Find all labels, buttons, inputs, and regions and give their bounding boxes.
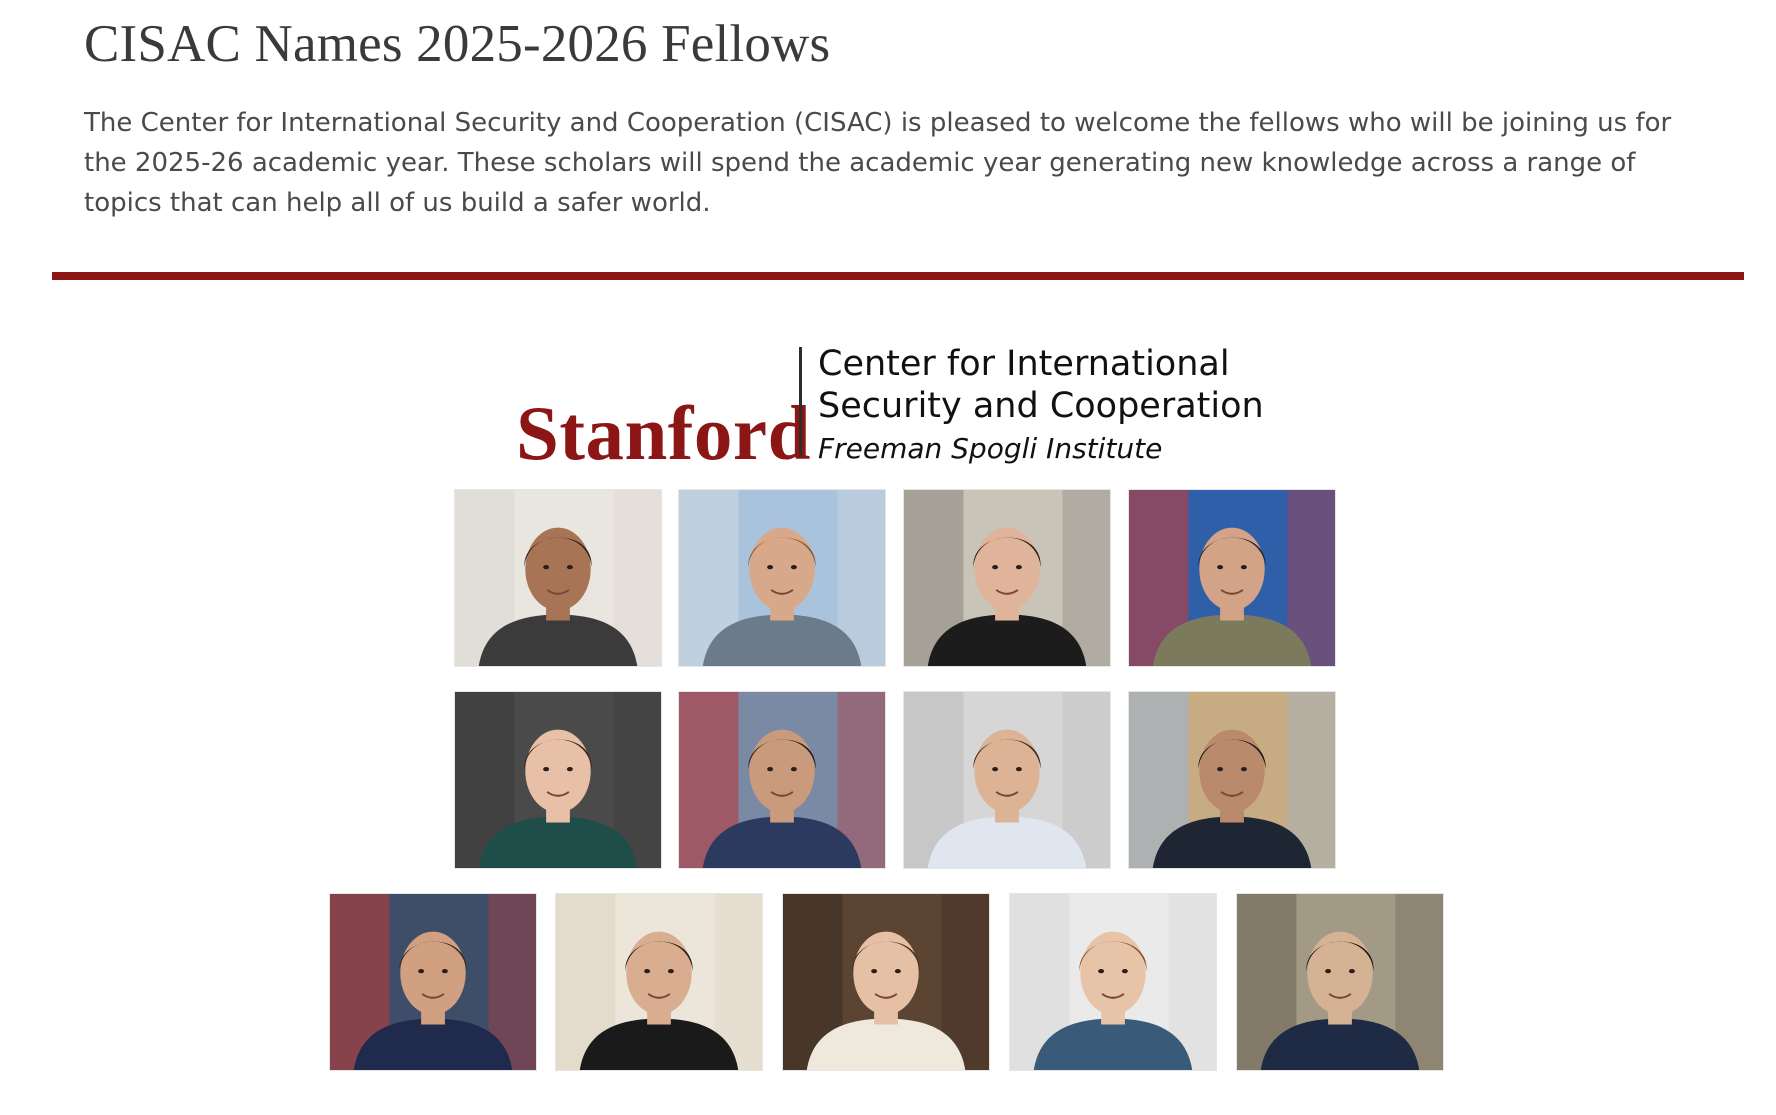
portrait-image bbox=[556, 894, 762, 1070]
fellow-photo bbox=[1128, 489, 1336, 667]
fellow-photo bbox=[1009, 893, 1217, 1071]
article-title: CISAC Names 2025-2026 Fellows bbox=[84, 15, 831, 73]
fellow-photo bbox=[555, 893, 763, 1071]
fellow-photo bbox=[903, 489, 1111, 667]
portrait-image bbox=[679, 490, 885, 666]
portrait-image bbox=[1010, 894, 1216, 1070]
portrait-image bbox=[904, 490, 1110, 666]
fellow-photo bbox=[782, 893, 990, 1071]
fellow-photo bbox=[454, 691, 662, 869]
logo-line-center: Center for International bbox=[818, 344, 1230, 384]
logo-line-institute: Freeman Spogli Institute bbox=[818, 432, 1163, 465]
section-divider bbox=[52, 272, 1744, 280]
fellow-photo bbox=[678, 691, 886, 869]
portrait-image bbox=[783, 894, 989, 1070]
portrait-image bbox=[679, 692, 885, 868]
fellow-photo bbox=[1128, 691, 1336, 869]
fellow-photo bbox=[678, 489, 886, 667]
stanford-cisac-logo: Stanford Center for International Securi… bbox=[516, 344, 1264, 472]
portrait-image bbox=[1129, 490, 1335, 666]
stanford-wordmark: Stanford bbox=[516, 390, 811, 476]
logo-line-security: Security and Cooperation bbox=[818, 386, 1264, 426]
fellow-photo bbox=[454, 489, 662, 667]
portrait-image bbox=[455, 490, 661, 666]
logo-divider bbox=[799, 347, 802, 457]
portrait-image bbox=[1237, 894, 1443, 1070]
fellow-photo bbox=[903, 691, 1111, 869]
fellow-photo bbox=[329, 893, 537, 1071]
portrait-image bbox=[330, 894, 536, 1070]
article-intro: The Center for International Security an… bbox=[84, 108, 1672, 218]
portrait-image bbox=[455, 692, 661, 868]
fellow-photo bbox=[1236, 893, 1444, 1071]
portrait-image bbox=[904, 692, 1110, 868]
portrait-image bbox=[1129, 692, 1335, 868]
